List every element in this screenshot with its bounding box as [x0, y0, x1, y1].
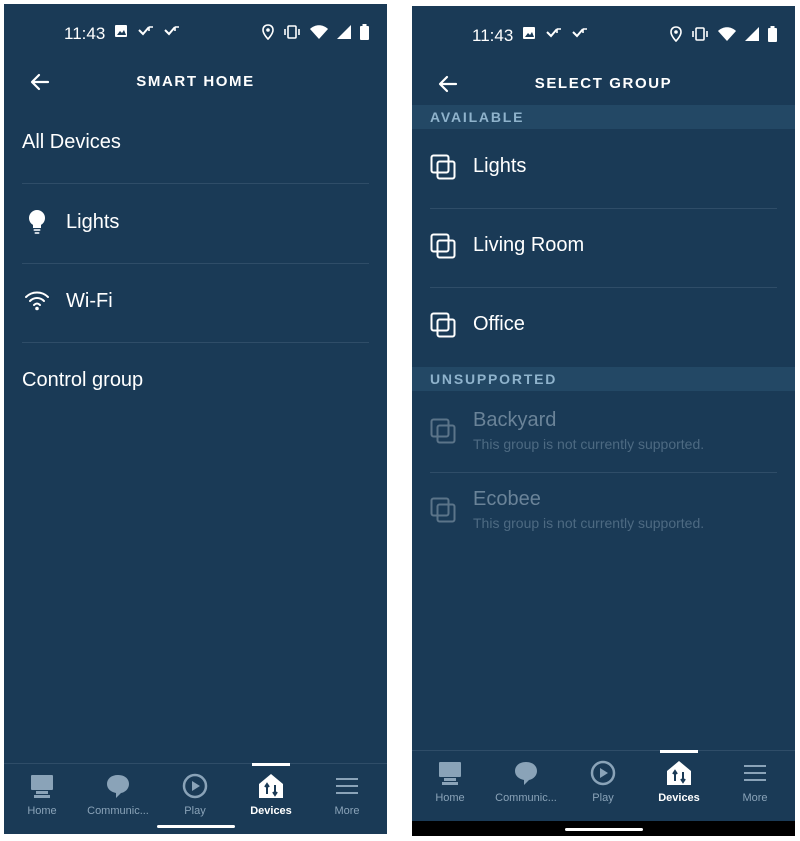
- nav-label: Home: [27, 805, 57, 817]
- vibrate-icon: [692, 27, 708, 41]
- play-icon: [590, 760, 616, 786]
- group-item-office[interactable]: Office: [430, 287, 777, 366]
- wifi-icon: [25, 291, 49, 311]
- list-item-label: Control group: [22, 369, 144, 391]
- chat-bubble-icon: [107, 775, 129, 798]
- page-title: SMART HOME: [136, 73, 255, 90]
- bottom-nav: Home Communic... Play Devices More: [412, 750, 795, 821]
- group-item-living-room[interactable]: Living Room: [430, 208, 777, 288]
- list-item-all-devices[interactable]: All Devices: [22, 104, 369, 184]
- group-unsupported-note: This group is not currently supported.: [473, 515, 705, 531]
- location-icon: [262, 24, 274, 40]
- group-label: Backyard: [473, 409, 557, 431]
- list-item-lights[interactable]: Lights: [22, 184, 369, 264]
- vibrate-icon: [284, 25, 300, 39]
- nav-label: Devices: [250, 805, 292, 817]
- system-nav-bar: [412, 821, 795, 836]
- home-gesture-bar[interactable]: [156, 825, 235, 828]
- menu-icon: [336, 778, 358, 794]
- home-icon: [439, 762, 461, 785]
- nav-label: More: [742, 792, 768, 804]
- home-gesture-bar[interactable]: [564, 828, 643, 831]
- chat-bubble-icon: [515, 762, 537, 785]
- select-group-screen: 11:43 SELECT GROUP AVAILABLE Lights Livi…: [412, 6, 795, 836]
- nav-more[interactable]: More: [717, 751, 793, 821]
- section-header-available: AVAILABLE: [412, 105, 795, 129]
- missed-call-icon: [572, 28, 587, 38]
- list-item-label: Lights: [66, 211, 120, 233]
- image-notification-icon: [523, 27, 535, 39]
- status-bar: 11:43: [4, 4, 387, 62]
- list-item-label: Wi-Fi: [66, 290, 113, 312]
- nav-devices[interactable]: Devices: [641, 750, 717, 821]
- wifi-signal-icon: [310, 25, 328, 39]
- active-tab-indicator: [660, 750, 698, 753]
- home-icon: [31, 775, 53, 798]
- group-icon: [430, 154, 456, 180]
- image-notification-icon: [115, 25, 127, 37]
- nav-label: Home: [435, 792, 465, 804]
- lightbulb-icon: [29, 210, 45, 234]
- nav-label: More: [334, 805, 360, 817]
- cell-signal-icon: [337, 25, 351, 39]
- group-label: Lights: [473, 155, 527, 177]
- section-header-label: UNSUPPORTED: [430, 371, 558, 387]
- nav-communicate[interactable]: Communic...: [80, 764, 156, 834]
- nav-more[interactable]: More: [309, 764, 385, 834]
- nav-label: Communic...: [495, 792, 557, 804]
- section-header-unsupported: UNSUPPORTED: [412, 367, 795, 391]
- battery-icon: [360, 24, 369, 40]
- status-bar: 11:43: [412, 6, 795, 64]
- list-item-wifi[interactable]: Wi-Fi: [22, 263, 369, 343]
- status-time: 11:43: [64, 24, 106, 43]
- group-unsupported-note: This group is not currently supported.: [473, 436, 705, 452]
- nav-play[interactable]: Play: [565, 751, 641, 821]
- wifi-signal-icon: [718, 27, 736, 41]
- missed-call-icon: [546, 28, 561, 38]
- cell-signal-icon: [745, 27, 759, 41]
- battery-icon: [768, 26, 777, 42]
- group-icon: [430, 312, 456, 338]
- app-bar: SELECT GROUP: [412, 64, 795, 104]
- missed-call-icon: [138, 26, 153, 36]
- nav-devices[interactable]: Devices: [233, 763, 309, 834]
- group-label: Office: [473, 313, 525, 335]
- group-label: Living Room: [473, 234, 585, 256]
- group-item-backyard: Backyard This group is not currently sup…: [430, 393, 777, 473]
- nav-home[interactable]: Home: [4, 764, 80, 834]
- bottom-nav: Home Communic... Play Devices More: [4, 763, 387, 834]
- group-icon: [430, 418, 456, 444]
- list-item-label: All Devices: [22, 131, 121, 153]
- list-item-control-group[interactable]: Control group: [22, 342, 369, 421]
- play-icon: [182, 773, 208, 799]
- page-title: SELECT GROUP: [534, 75, 673, 92]
- nav-label: Play: [184, 805, 206, 817]
- menu-icon: [744, 765, 766, 781]
- nav-label: Play: [592, 792, 614, 804]
- nav-label: Devices: [658, 792, 700, 804]
- group-item-lights[interactable]: Lights: [430, 129, 777, 209]
- group-label: Ecobee: [473, 488, 541, 510]
- group-icon: [430, 233, 456, 259]
- app-bar: SMART HOME: [4, 62, 387, 102]
- section-header-label: AVAILABLE: [430, 109, 525, 125]
- location-icon: [670, 26, 682, 42]
- status-time: 11:43: [472, 26, 514, 45]
- group-item-ecobee: Ecobee This group is not currently suppo…: [430, 472, 777, 551]
- smart-home-screen: 11:43 SMART HOME All Devices Lights Wi-F…: [4, 4, 387, 834]
- active-tab-indicator: [252, 763, 290, 766]
- group-icon: [430, 497, 456, 523]
- devices-icon: [259, 774, 283, 798]
- missed-call-icon: [164, 26, 179, 36]
- nav-communicate[interactable]: Communic...: [488, 751, 564, 821]
- nav-home[interactable]: Home: [412, 751, 488, 821]
- devices-icon: [667, 761, 691, 785]
- nav-label: Communic...: [87, 805, 149, 817]
- nav-play[interactable]: Play: [157, 764, 233, 834]
